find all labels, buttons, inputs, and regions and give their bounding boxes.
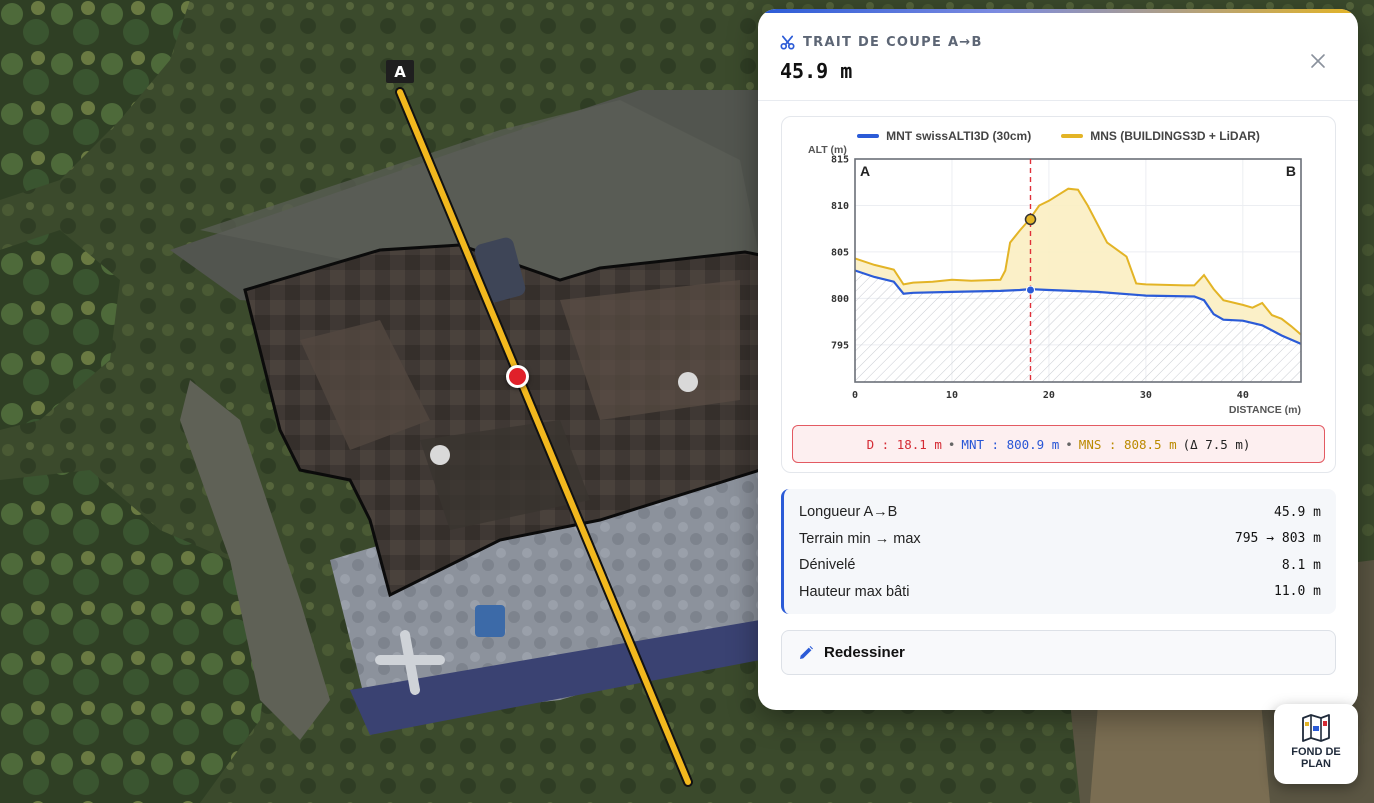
panel-kicker-text: TRAIT DE COUPE A→B <box>803 35 983 50</box>
readout-mns: MNS : 808.5 m <box>1078 436 1177 452</box>
panel-header: TRAIT DE COUPE A→B 45.9 m <box>758 13 1358 101</box>
stat-value: 11.0 m <box>1274 584 1321 600</box>
y-tick-label: 815 <box>831 155 849 166</box>
stat-row-terrain-range: Terrain min → max 795 → 803 m <box>799 526 1321 553</box>
legend-swatch-mns <box>1061 134 1084 138</box>
readout-separator: • <box>1065 436 1073 452</box>
section-panel: TRAIT DE COUPE A→B 45.9 m 0 10 20 30 40 795 80… <box>758 9 1358 710</box>
readout-delta: (Δ 7.5 m) <box>1182 436 1251 452</box>
readout-mnt: MNT : 800.9 m <box>961 436 1060 452</box>
y-tick-label: 795 <box>831 340 849 351</box>
pencil-icon <box>800 645 813 659</box>
legend-label-mnt: MNT swissALTI3D (30cm) <box>886 129 1032 143</box>
legend-swatch-mnt <box>857 134 880 138</box>
x-tick-label: 0 <box>852 390 858 401</box>
y-tick-label: 800 <box>831 294 849 305</box>
section-stats: Longueur A→B 45.9 m Terrain min → max 79… <box>781 489 1336 614</box>
chart-legend: MNT swissALTI3D (30cm) MNS (BUILDINGS3D … <box>782 129 1335 143</box>
section-start-label: A <box>394 62 406 81</box>
x-tick-label: 30 <box>1140 390 1152 401</box>
stat-value: 45.9 m <box>1274 504 1321 520</box>
profile-start-label: A <box>860 163 870 179</box>
y-tick-label: 810 <box>831 201 849 212</box>
readout-distance: D : 18.1 m <box>866 436 942 452</box>
stat-value: 795 → 803 m <box>1234 531 1321 547</box>
cursor-readout: D : 18.1 m • MNT : 800.9 m • MNS : 808.5… <box>792 425 1325 463</box>
redraw-button[interactable]: Redessiner <box>781 630 1336 675</box>
close-icon <box>1311 54 1325 68</box>
stat-row-elevation-gain: Dénivelé 8.1 m <box>799 552 1321 579</box>
scissors-icon <box>780 35 795 50</box>
legend-label-mns: MNS (BUILDINGS3D + LiDAR) <box>1090 129 1260 143</box>
basemap-button[interactable]: FOND DE PLAN <box>1274 704 1358 784</box>
redraw-button-label: Redessiner <box>824 644 905 661</box>
y-tick-label: 805 <box>831 247 849 258</box>
x-tick-label: 20 <box>1043 390 1055 401</box>
x-tick-label: 10 <box>946 390 958 401</box>
profile-end-label: B <box>1286 163 1296 179</box>
profile-cursor-marker <box>506 365 529 388</box>
stat-row-length: Longueur A→B 45.9 m <box>799 499 1321 526</box>
stat-row-max-building-height: Hauteur max bâti 11.0 m <box>799 579 1321 606</box>
cursor-point-mns <box>1024 213 1037 226</box>
stat-label: Terrain min → max <box>799 530 921 547</box>
legend-item-mnt: MNT swissALTI3D (30cm) <box>857 129 1031 143</box>
stat-label: Longueur A→B <box>799 504 898 521</box>
stat-label: Hauteur max bâti <box>799 583 910 600</box>
readout-separator: • <box>947 436 956 452</box>
elevation-profile-card: 0 10 20 30 40 795 800 805 810 815 ALT (m) DISTANCE … <box>781 116 1336 473</box>
basemap-label: FOND DE PLAN <box>1291 746 1341 770</box>
elevation-profile-chart[interactable]: 0 10 20 30 40 795 800 805 810 815ALT (m) DISTANCE … <box>782 117 1337 422</box>
y-axis-label: ALT (m) <box>808 144 847 156</box>
x-axis-label: DISTANCE (m) <box>1229 404 1301 416</box>
section-start-marker[interactable]: A <box>386 60 414 83</box>
stat-value: 8.1 m <box>1281 557 1321 573</box>
close-button[interactable] <box>1306 49 1330 73</box>
panel-kicker: TRAIT DE COUPE A→B <box>780 35 983 50</box>
legend-item-mns: MNS (BUILDINGS3D + LiDAR) <box>1061 129 1260 143</box>
map-icon <box>1302 714 1330 742</box>
x-tick-label: 40 <box>1237 390 1249 401</box>
section-length-headline: 45.9 m <box>780 59 853 83</box>
stat-label: Dénivelé <box>799 557 856 574</box>
cursor-point-mnt <box>1025 285 1035 295</box>
